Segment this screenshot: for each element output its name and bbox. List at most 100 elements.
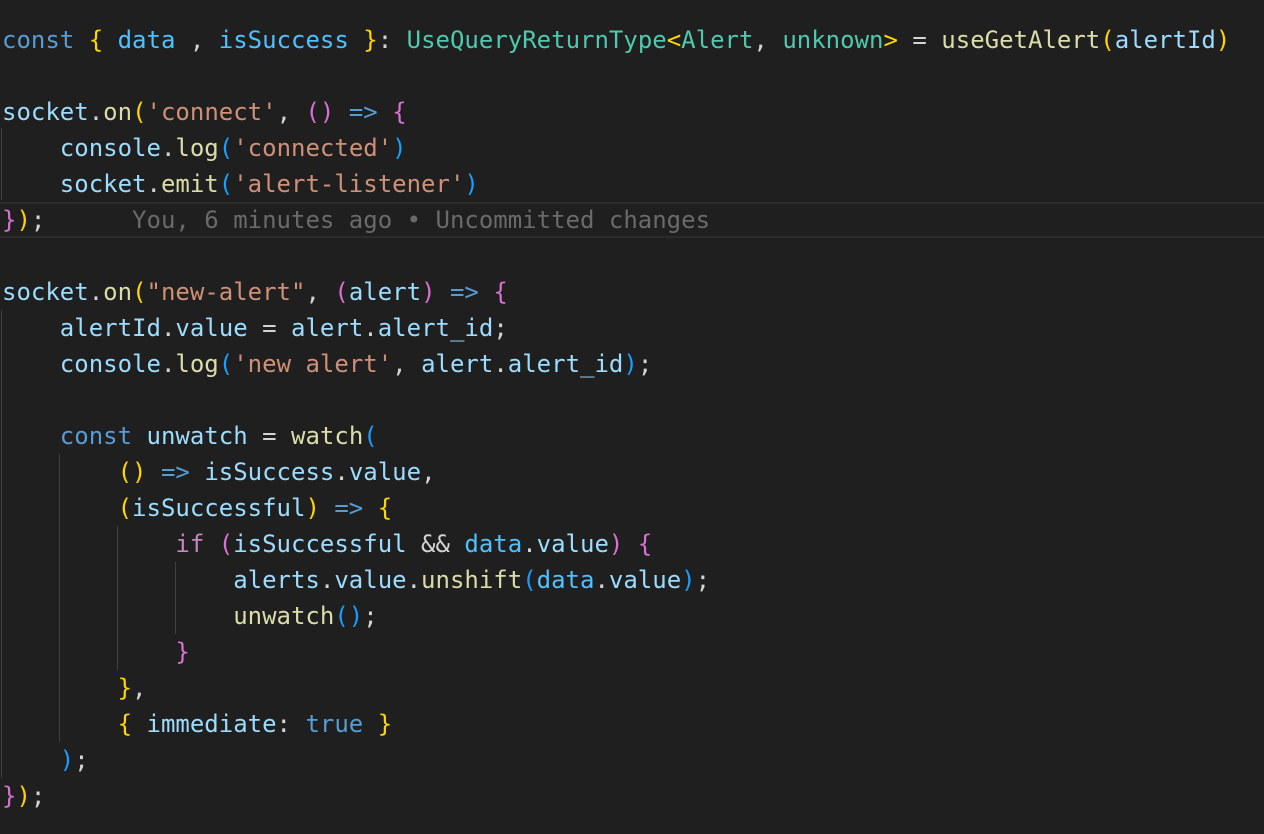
code-token: , [132, 674, 147, 702]
code-token: . [363, 314, 378, 342]
code-token: { [377, 494, 393, 522]
code-token: = [247, 422, 292, 450]
code-token: ( [1100, 26, 1115, 54]
code-token: on [103, 98, 133, 126]
code-token: unwatch [146, 422, 248, 450]
line-console-log-connected[interactable]: console.log('connected') [2, 130, 1264, 166]
code-token: alertId [59, 314, 161, 342]
line-unshift[interactable]: alerts.value.unshift(data.value); [2, 562, 1264, 598]
code-token: isSuccess [204, 458, 335, 486]
code-token: value [608, 566, 682, 594]
code-token: data [536, 566, 595, 594]
code-token: ; [493, 314, 508, 342]
line-empty-1[interactable] [2, 58, 1264, 94]
code-token: => [348, 98, 378, 126]
line-socket-on-new-alert[interactable]: socket.on("new-alert", (alert) => { [2, 274, 1264, 310]
code-token: => [449, 278, 479, 306]
code-token: ) [681, 566, 696, 594]
code-token: && [406, 530, 465, 558]
line-alertid-assign[interactable]: alertId.value = alert.alert_id; [2, 310, 1264, 346]
code-token: ( [117, 494, 133, 522]
code-token: , [305, 278, 335, 306]
line-options[interactable]: { immediate: true } [2, 706, 1264, 742]
line-empty-2[interactable] [2, 238, 1264, 274]
line-unwatch-call[interactable]: unwatch(); [2, 598, 1264, 634]
code-token: unshift [421, 566, 523, 594]
line-close-new-alert[interactable]: }); [2, 778, 1264, 814]
code-token: alertId [1114, 26, 1216, 54]
code-token: ; [30, 206, 46, 234]
code-token: , [421, 458, 436, 486]
code-token: immediate [146, 710, 277, 738]
line-close-connect[interactable]: }); You, 6 minutes ago • Uncommitted cha… [0, 202, 1264, 238]
line-close-callback[interactable]: }, [2, 670, 1264, 706]
code-token: const [2, 26, 75, 54]
code-token: ) [1215, 26, 1231, 54]
code-token: : [377, 26, 407, 54]
code-token: . [319, 566, 335, 594]
code-token: if [175, 530, 205, 558]
code-token: console [59, 134, 161, 162]
code-token: ) [305, 494, 320, 522]
line-socket-emit[interactable]: socket.emit('alert-listener') [2, 166, 1264, 202]
line-close-watch[interactable]: ); [2, 742, 1264, 778]
code-token: ; [30, 782, 46, 810]
code-token: ) [16, 782, 31, 810]
line-socket-on-connect[interactable]: socket.on('connect', () => { [2, 94, 1264, 130]
code-token: => [334, 494, 364, 522]
line-watch-callback[interactable]: (isSuccessful) => { [2, 490, 1264, 526]
code-token: true [305, 710, 364, 738]
code-token: watch [291, 422, 364, 450]
code-token: : [276, 710, 306, 738]
code-token: Alert [681, 26, 754, 54]
code-token: ) [623, 350, 638, 378]
code-token: ( [132, 278, 147, 306]
line-console-log-new-alert[interactable]: console.log('new alert', alert.alert_id)… [2, 346, 1264, 382]
code-token: ( [218, 134, 234, 162]
code-token: unwatch [233, 602, 335, 630]
code-token: alert [348, 278, 422, 306]
code-token: emit [160, 170, 219, 198]
code-token: . [160, 350, 176, 378]
line-if[interactable]: if (isSuccessful && data.value) { [2, 526, 1264, 562]
code-editor[interactable]: const { data , isSuccess }: UseQueryRetu… [0, 0, 1264, 834]
code-token: UseQueryReturnType [406, 26, 667, 54]
code-token: ; [695, 566, 711, 594]
code-token: ) [608, 530, 624, 558]
code-lines: const { data , isSuccess }: UseQueryRetu… [0, 22, 1264, 814]
line-const-query[interactable]: const { data , isSuccess }: UseQueryRetu… [2, 22, 1264, 58]
code-token: "new-alert" [146, 278, 306, 306]
line-close-if[interactable]: } [2, 634, 1264, 670]
code-token: on [103, 278, 133, 306]
code-token: ( [218, 170, 234, 198]
code-token: socket [59, 170, 147, 198]
code-token: ; [74, 746, 89, 774]
code-token: { [637, 530, 653, 558]
code-token: . [594, 566, 609, 594]
code-token: () [117, 458, 147, 486]
code-token: { [88, 26, 104, 54]
code-token: console [59, 350, 161, 378]
code-token: , [392, 350, 422, 378]
line-watch-source[interactable]: () => isSuccess.value, [2, 454, 1264, 490]
code-token: } [363, 26, 378, 54]
code-token: () [305, 98, 335, 126]
code-token: value [334, 566, 407, 594]
line-empty-3[interactable] [2, 382, 1264, 418]
code-token: { [117, 710, 133, 738]
line-const-unwatch[interactable]: const unwatch = watch( [2, 418, 1264, 454]
